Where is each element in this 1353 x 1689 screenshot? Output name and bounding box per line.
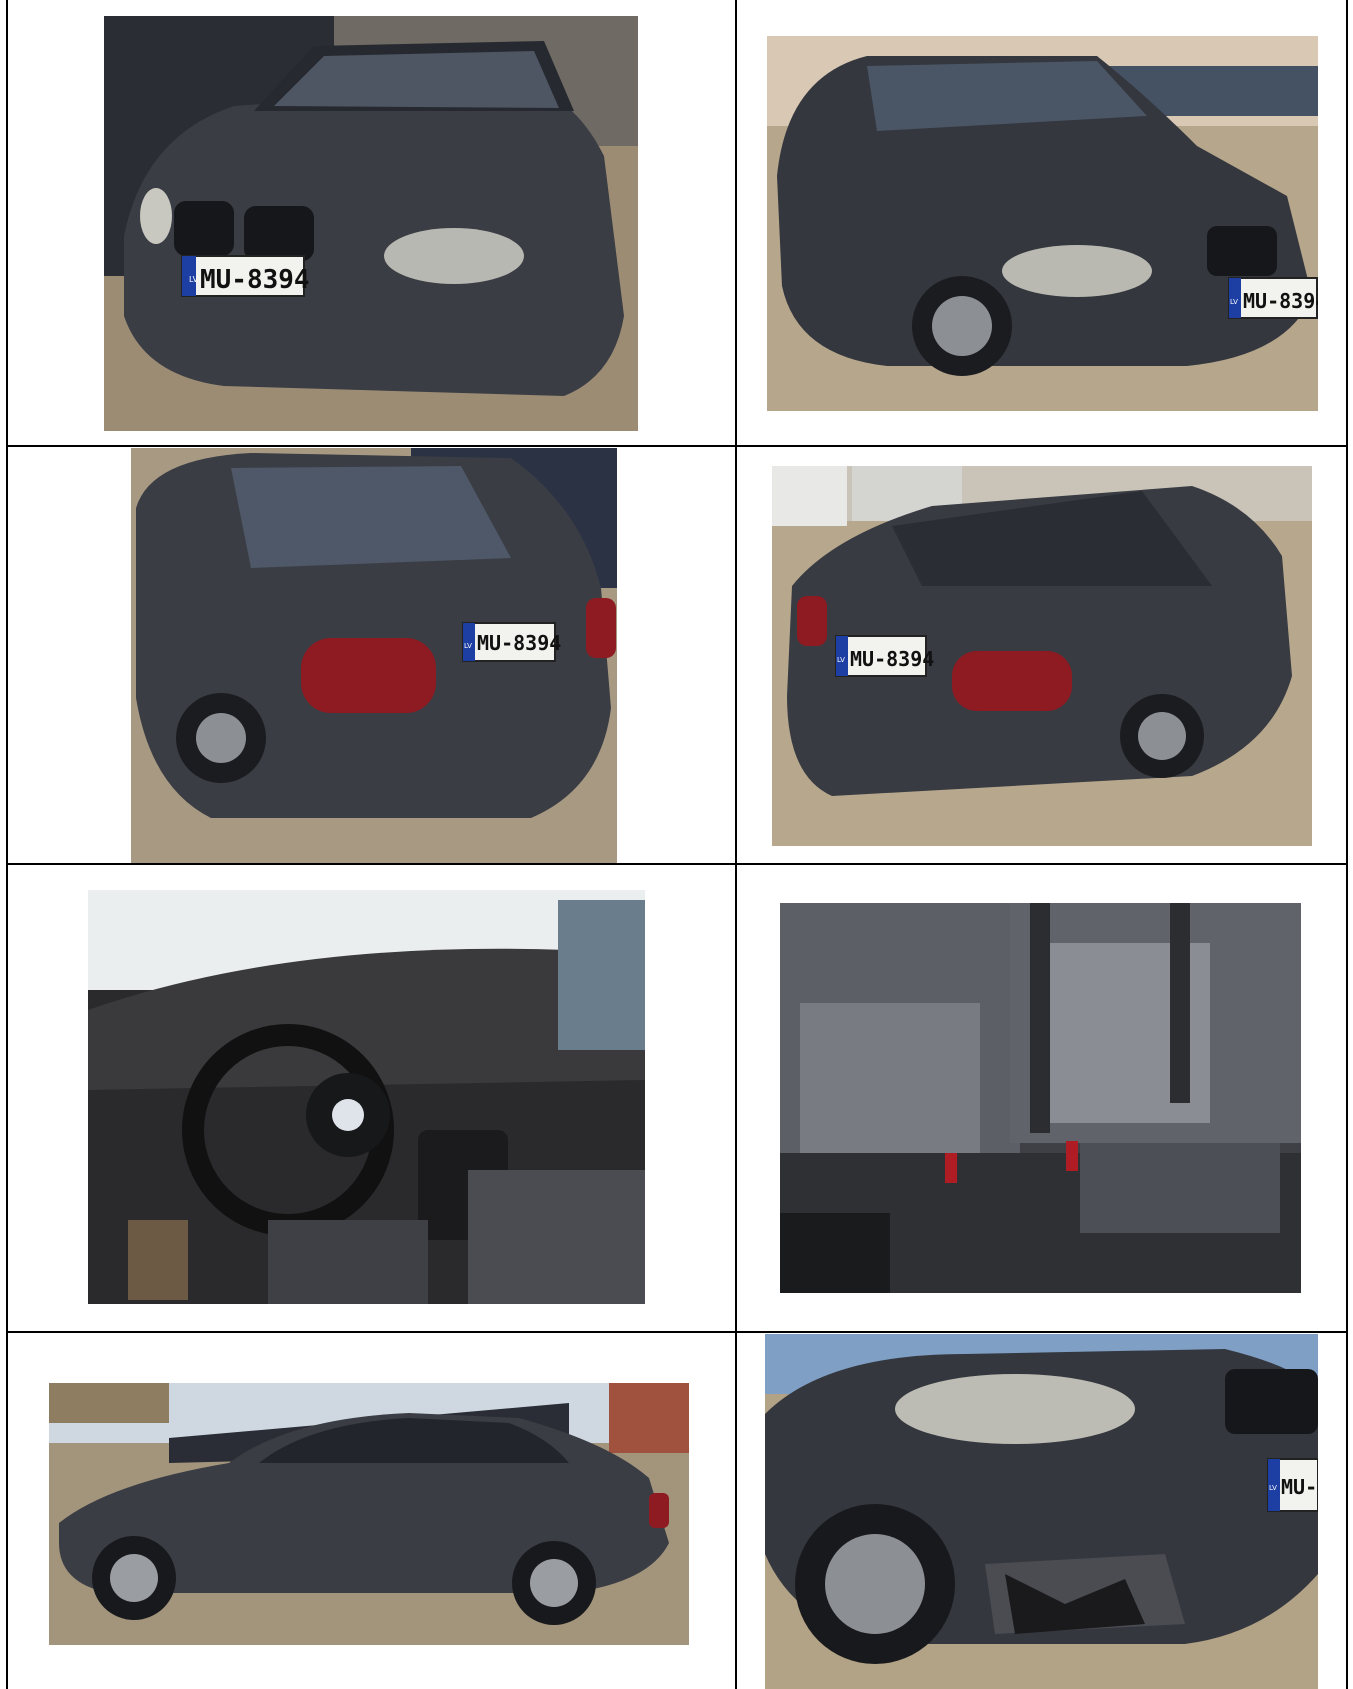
license-plate: LV MU-8394 <box>462 622 561 662</box>
car-photo-rear-right: LV MU-8394 <box>772 466 1312 846</box>
plate-country-tag: LV <box>464 642 472 650</box>
car-photo-rear-seats <box>780 903 1301 1293</box>
table-row-divider <box>6 445 1348 447</box>
plate-number: MU- <box>1281 1475 1317 1499</box>
car-photo-front-damage-closeup: LV MU- <box>765 1334 1318 1689</box>
plate-number: MU-8394 <box>200 265 310 295</box>
car-photo-rear-left: LV MU-8394 <box>131 448 617 863</box>
car-photo-front-left: LV MU-8394 <box>104 16 638 431</box>
table-row-divider <box>6 863 1348 865</box>
car-photo-front-right: LV MU-8394 <box>767 36 1318 411</box>
plate-country-tag: LV <box>1230 298 1238 306</box>
car-photo-interior-dashboard <box>88 890 645 1304</box>
license-plate: LV MU-8394 <box>1228 277 1318 319</box>
license-plate: LV MU-8394 <box>835 635 934 677</box>
table-column-divider <box>735 0 737 1689</box>
table-row-divider <box>6 1331 1348 1333</box>
car-photo-left-side <box>49 1383 689 1645</box>
plate-country-tag: LV <box>837 656 845 664</box>
plate-number: MU-8394 <box>850 647 934 671</box>
license-plate: LV MU- <box>1267 1458 1318 1512</box>
plate-country-tag: LV <box>189 275 199 284</box>
plate-number: MU-8394 <box>1243 289 1318 313</box>
plate-country-tag: LV <box>1269 1484 1277 1492</box>
plate-number: MU-8394 <box>477 631 561 655</box>
license-plate: LV MU-8394 <box>181 255 310 297</box>
